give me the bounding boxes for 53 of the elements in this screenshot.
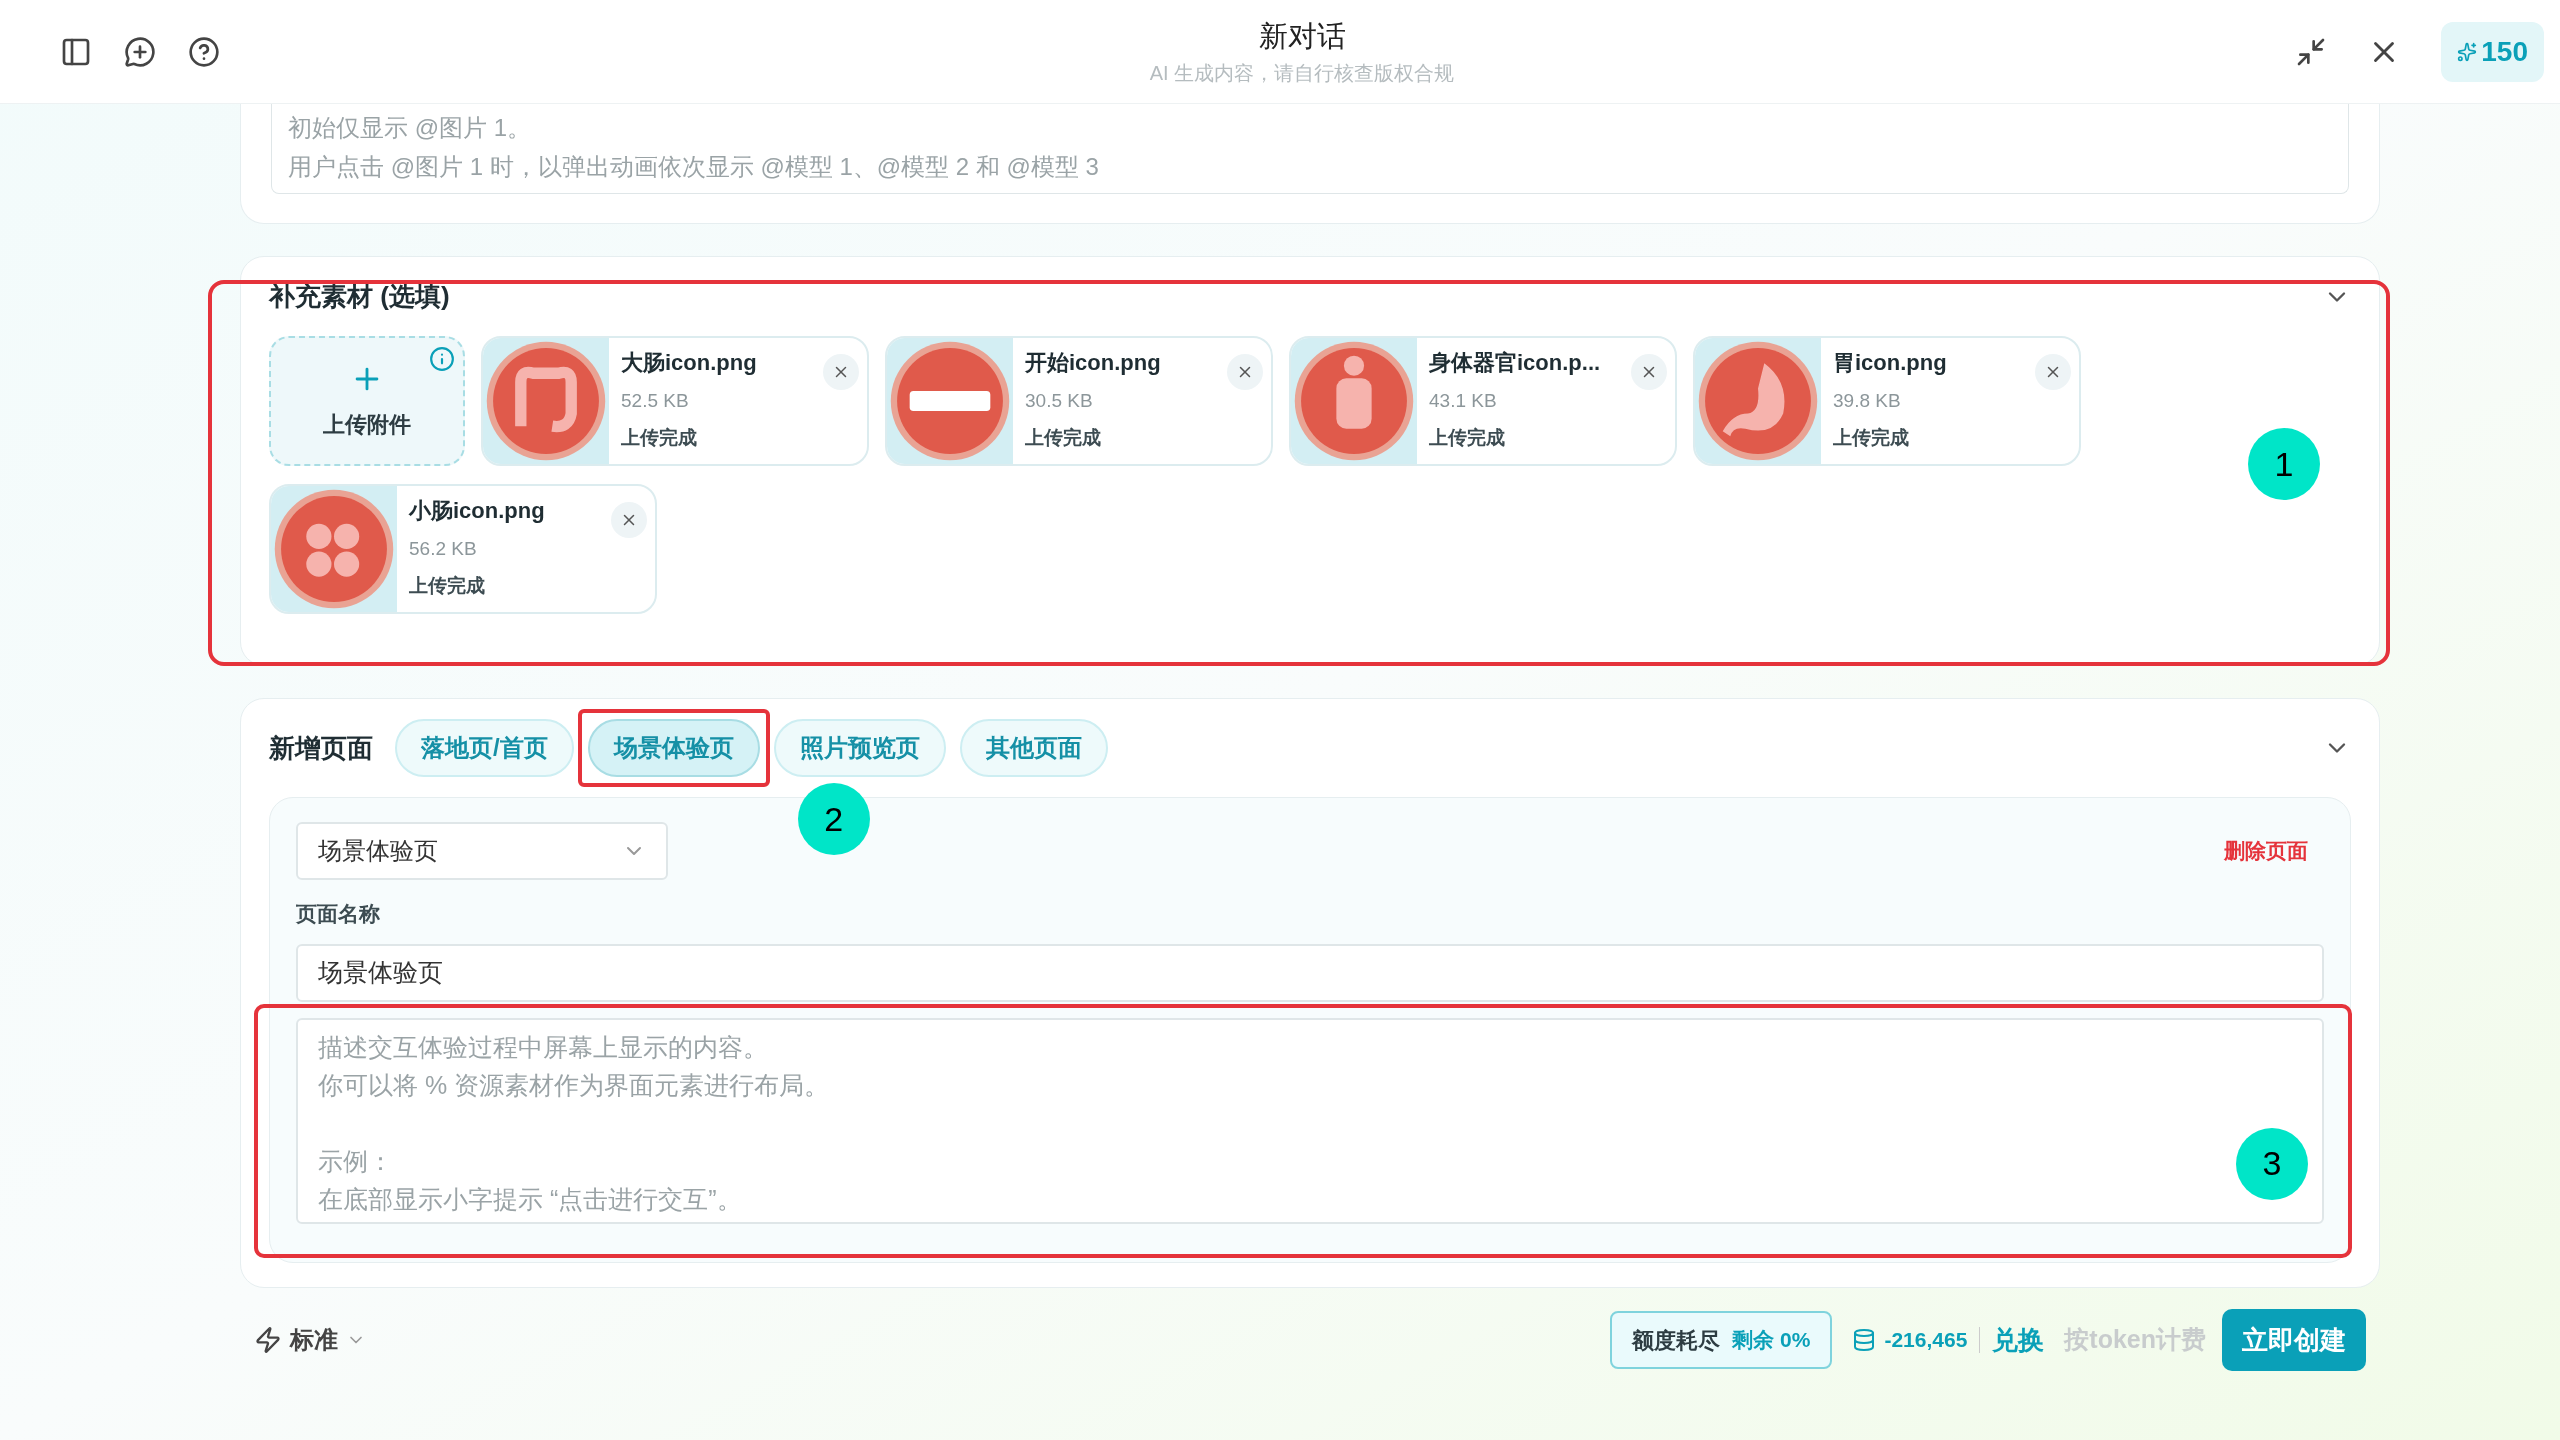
upload-status: 上传完成 <box>1429 425 1505 450</box>
remove-file-button[interactable] <box>823 354 859 390</box>
upload-status: 上传完成 <box>1833 425 1909 450</box>
help-icon[interactable] <box>188 35 220 68</box>
remove-file-button[interactable] <box>1631 354 1667 390</box>
section-title: 补充素材 (选填) <box>269 280 450 313</box>
field-label: 页面名称 <box>296 901 381 927</box>
file-size: 56.2 KB <box>409 537 477 561</box>
info-icon <box>429 346 455 372</box>
section-title: 新增页面 <box>269 731 373 765</box>
placeholder-line: 用户点击 @图片 1 时，以弹出动画依次显示 @模型 1、@模型 2 和 @模型 3 <box>288 152 1099 182</box>
page-tab[interactable]: 落地页/首页 <box>395 719 574 777</box>
quota-label: 额度耗尽 <box>1632 1326 1721 1355</box>
placeholder-line: 你可以将 % 资源素材作为界面元素进行布局。 <box>318 1069 830 1101</box>
file-name: 开始icon.png <box>1025 349 1161 377</box>
page-tab[interactable]: 场景体验页 <box>587 719 760 777</box>
coins-icon <box>1852 1328 1877 1352</box>
window-subtitle: AI 生成内容，请自行核查版权合规 <box>1149 61 1455 87</box>
placeholder-line: 描述交互体验过程中屏幕上显示的内容。 <box>318 1031 768 1063</box>
file-size: 52.5 KB <box>621 389 689 413</box>
balance-amount: -216,465 <box>1884 1327 1968 1354</box>
create-button[interactable]: 立即创建 <box>2222 1309 2366 1371</box>
placeholder-line: 初始仅显示 @图片 1。 <box>288 113 532 143</box>
exchange-link[interactable]: 兑换 <box>1992 1320 2045 1360</box>
mode-dropdown[interactable]: 标准 <box>254 1322 366 1358</box>
page-type-dropdown[interactable]: 场景体验页 <box>296 822 668 880</box>
file-size: 30.5 KB <box>1025 389 1093 413</box>
remove-file-button[interactable] <box>2035 354 2071 390</box>
upload-status: 上传完成 <box>621 425 697 450</box>
upload-button[interactable]: 上传附件 <box>269 336 465 466</box>
window-title: 新对话 <box>1258 18 1346 54</box>
file-name: 胃icon.png <box>1833 349 1947 377</box>
page-tab[interactable]: 其他页面 <box>959 719 1108 777</box>
file-size: 43.1 KB <box>1429 389 1497 413</box>
placeholder-line: 示例： <box>318 1145 393 1177</box>
page-tab[interactable]: 照片预览页 <box>773 719 946 777</box>
upload-status: 上传完成 <box>1025 425 1101 450</box>
quota-remaining: 剩余 0% <box>1732 1327 1811 1354</box>
page-name-field[interactable]: 场景体验页 <box>296 943 2324 1002</box>
credits-button[interactable]: 150 <box>2441 21 2544 82</box>
file-name: 大肠icon.png <box>621 349 757 377</box>
placeholder-line: 在底部显示小字提示 “点击进行交互”。 <box>318 1183 742 1215</box>
upload-status: 上传完成 <box>409 573 485 598</box>
delete-page-link[interactable]: 删除页面 <box>2224 835 2308 867</box>
file-name: 小肠icon.png <box>409 497 545 525</box>
sparkle-icon <box>2457 41 2478 62</box>
remove-file-button[interactable] <box>1227 354 1263 390</box>
file-name: 身体器官icon.p... <box>1429 349 1601 377</box>
remove-file-button[interactable] <box>611 502 647 538</box>
lightning-icon <box>254 1326 282 1354</box>
new-chat-icon[interactable] <box>124 35 156 68</box>
prompt-field[interactable]: 初始仅显示 @图片 1。 用户点击 @图片 1 时，以弹出动画依次显示 @模型 1、@模型 2 和 @模型 3 <box>271 104 2349 194</box>
file-size: 39.8 KB <box>1833 389 1901 413</box>
